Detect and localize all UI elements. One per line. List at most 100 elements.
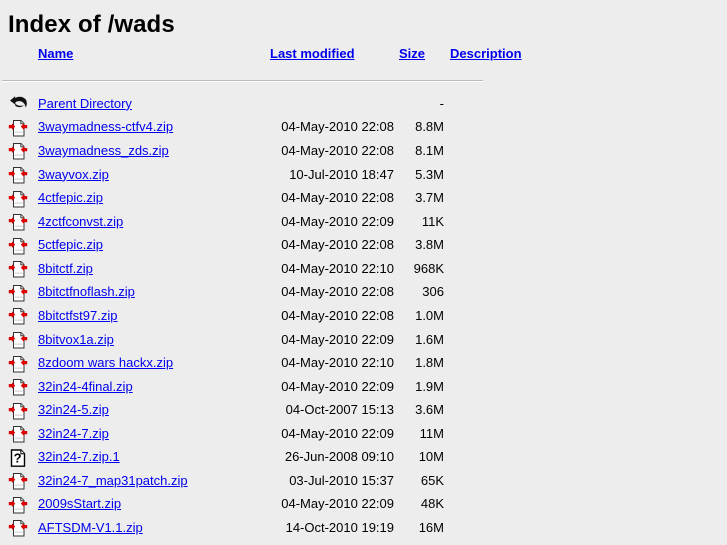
compressed-file-icon [8,164,28,186]
table-row: 32in24-7_map31patch.zip 03-Jul-2010 15:37… [0,469,530,493]
row-icon-cell [0,233,38,257]
file-link[interactable]: 8bitctfst97.zip [38,308,118,323]
page-title: Index of /wads [8,11,175,38]
row-description [444,398,530,422]
row-icon-cell [0,516,38,540]
table-row: 32in24-5.zip 04-Oct-2007 15:13 3.6M [0,398,530,422]
table-row: AFTSDM-V1.1.zip 14-Oct-2010 19:19 16M [0,516,530,540]
parent-directory-link[interactable]: Parent Directory [38,96,132,111]
row-icon-cell [0,186,38,210]
row-name-cell: 3wayvox.zip [38,162,270,186]
row-last-modified: 26-Jun-2008 09:10 [284,449,394,465]
row-size: 5.3M [415,166,444,182]
svg-text:?: ? [14,450,22,465]
row-description [444,162,530,186]
row-name-cell: 32in24-7.zip.1 [38,445,270,469]
row-description [444,210,530,234]
row-size: 8.8M [415,119,444,135]
header-name-cell: Name [38,39,270,68]
row-name-cell: 8zdoom wars hackx.zip [38,351,270,375]
file-link[interactable]: 8bitctfnoflash.zip [38,284,135,299]
row-name-cell: 32in24-7.zip [38,422,270,446]
row-name-cell: 8bitctfst97.zip [38,304,270,328]
table-row: 2009sStart.zip 04-May-2010 22:09 48K [0,492,530,516]
row-description [444,375,530,399]
sort-by-size-link[interactable]: Size [399,46,425,61]
row-last-modified: 04-May-2010 22:10 [281,260,394,276]
table-header-row: Name Last modified Size Description [0,39,530,68]
row-size: 65K [420,472,444,488]
table-row: 5ctfepic.zip 04-May-2010 22:08 3.8M [0,233,530,257]
row-size: 8.1M [415,143,444,158]
unknown-file-icon: ? [8,447,28,469]
directory-listing-table: Name Last modified Size Description Pare… [0,39,530,539]
directory-index-page: Index of /wads Name Last modified Size D… [0,0,727,545]
file-link[interactable]: 8bitvox1a.zip [38,332,114,347]
file-link[interactable]: 8bitctf.zip [38,261,93,276]
row-size: 11M [419,425,444,441]
row-last-modified: 04-May-2010 22:08 [281,237,394,253]
file-link[interactable]: 2009sStart.zip [38,496,121,511]
sort-by-description-link[interactable]: Description [450,46,522,61]
table-row: 32in24-7.zip 04-May-2010 22:09 11M [0,422,530,446]
file-link[interactable]: 4ctfepic.zip [38,190,103,205]
file-link[interactable]: 32in24-7.zip [38,426,109,441]
row-size: 1.8M [415,355,444,371]
file-link[interactable]: 4zctfconvst.zip [38,214,123,229]
sort-by-last-modified-link[interactable]: Last modified [270,46,355,61]
row-description [444,422,530,446]
compressed-file-icon [8,282,28,304]
row-name-cell: 32in24-5.zip [38,398,270,422]
row-icon-cell [0,280,38,304]
row-size: 11K [421,213,444,229]
file-link[interactable]: 32in24-5.zip [38,402,109,417]
row-icon-cell [0,398,38,422]
table-row: 8bitctf.zip 04-May-2010 22:10 968K [0,257,530,281]
table-row: Parent Directory - [0,92,530,116]
file-link[interactable]: AFTSDM-V1.1.zip [38,520,143,535]
row-name-cell: 4zctfconvst.zip [38,210,270,234]
table-row: 8bitvox1a.zip 04-May-2010 22:09 1.6M [0,327,530,351]
row-description [444,327,530,351]
file-link[interactable]: 32in24-4final.zip [38,379,133,394]
table-row: 8zdoom wars hackx.zip 04-May-2010 22:10 1.… [0,351,530,375]
table-row: 32in24-4final.zip 04-May-2010 22:09 1.9M [0,375,530,399]
file-link[interactable]: 3wayvox.zip [38,167,109,182]
file-link[interactable]: 32in24-7.zip.1 [38,449,120,464]
table-row: 4zctfconvst.zip 04-May-2010 22:09 11K [0,210,530,234]
row-size: 3.7M [415,190,444,206]
sort-by-name-link[interactable]: Name [38,46,73,61]
table-row: 3waymadness-ctfv4.zip 04-May-2010 22:08 8.… [0,115,530,139]
row-description [444,280,530,304]
row-name-cell: 8bitctf.zip [38,257,270,281]
row-name-cell: 4ctfepic.zip [38,186,270,210]
file-link[interactable]: 3waymadness_zds.zip [38,143,169,158]
table-row: ? 32in24-7.zip.1 26-Jun-2008 09:10 10M [0,445,530,469]
row-icon-cell [0,304,38,328]
row-size: 1.6M [415,331,444,347]
file-link[interactable]: 8zdoom wars hackx.zip [38,355,173,370]
compressed-file-icon [8,329,28,351]
row-description [444,351,530,375]
row-description [444,445,530,469]
compressed-file-icon [8,400,28,422]
row-description [444,186,530,210]
row-last-modified: 10-Jul-2010 18:47 [289,166,394,182]
compressed-file-icon [8,140,28,162]
row-size: - [439,95,444,111]
row-last-modified: 04-May-2010 22:09 [281,331,394,347]
file-link[interactable]: 3waymadness-ctfv4.zip [38,119,173,134]
row-icon-cell [0,492,38,516]
row-last-modified: 14-Oct-2010 19:19 [285,520,394,535]
row-icon-cell [0,422,38,446]
row-description [444,115,530,139]
row-icon-cell [0,375,38,399]
row-last-modified: 03-Jul-2010 15:37 [289,472,394,488]
row-size: 3.6M [415,402,444,418]
row-name-cell: 32in24-4final.zip [38,375,270,399]
file-link[interactable]: 32in24-7_map31patch.zip [38,473,188,488]
row-last-modified: 04-May-2010 22:08 [281,143,394,158]
row-last-modified: 04-May-2010 22:08 [281,284,394,300]
file-link[interactable]: 5ctfepic.zip [38,237,103,252]
compressed-file-icon [8,423,28,445]
